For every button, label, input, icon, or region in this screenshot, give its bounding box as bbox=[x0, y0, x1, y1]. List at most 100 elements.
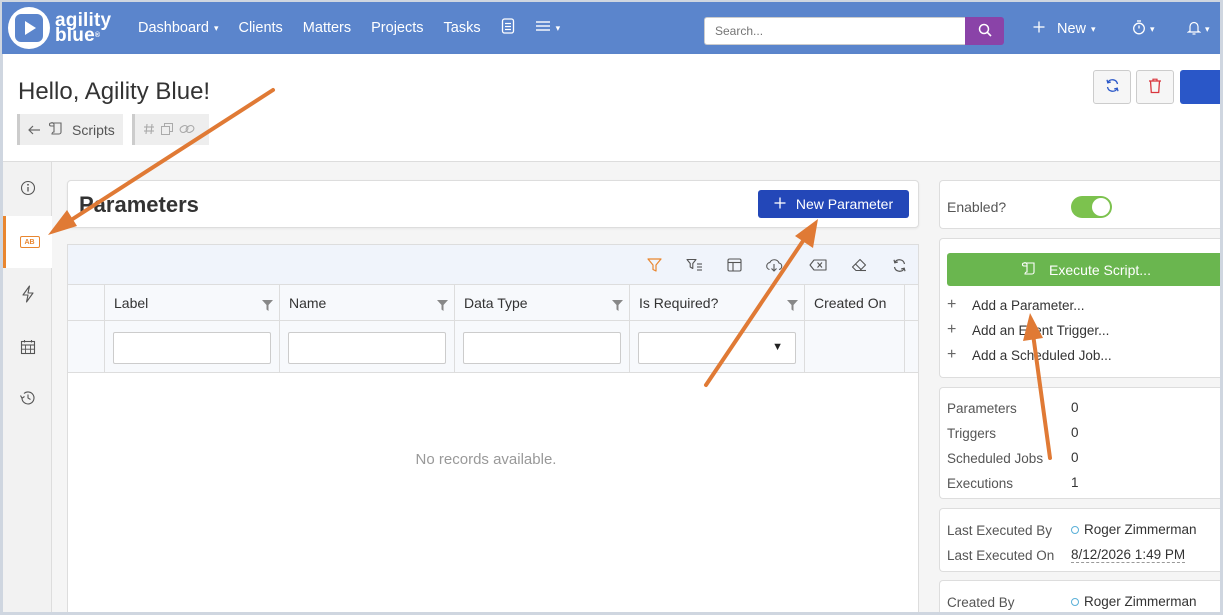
columns-icon[interactable] bbox=[725, 256, 743, 274]
nav-tasks[interactable]: Tasks bbox=[434, 1, 491, 55]
parameters-icon: AB bbox=[19, 236, 40, 248]
stat-value-parameters: 0 bbox=[1071, 400, 1079, 415]
script-icon bbox=[48, 121, 64, 138]
name-filter-input[interactable] bbox=[288, 332, 446, 364]
rail-item-schedule[interactable] bbox=[3, 322, 52, 374]
page-header: Hello, Agility Blue! Scripts bbox=[3, 54, 1220, 162]
stat-label-parameters: Parameters bbox=[947, 401, 1017, 416]
search-button[interactable] bbox=[965, 17, 1004, 45]
window-frame-left bbox=[0, 54, 3, 615]
document-icon bbox=[501, 18, 515, 38]
refresh-icon[interactable] bbox=[890, 256, 908, 274]
breadcrumb-label: Scripts bbox=[72, 121, 115, 138]
logo-mark-icon bbox=[8, 7, 50, 49]
column-filter-icon[interactable] bbox=[787, 298, 798, 314]
history-icon bbox=[19, 390, 36, 409]
column-filter-icon[interactable] bbox=[612, 298, 623, 314]
delete-button[interactable] bbox=[1136, 70, 1174, 104]
new-menu-label: New bbox=[1057, 21, 1087, 37]
parameters-panel-header: Parameters New Parameter bbox=[67, 180, 919, 228]
copy-icon[interactable] bbox=[161, 122, 173, 138]
rail-item-parameters[interactable]: AB bbox=[3, 216, 53, 268]
search-input[interactable] bbox=[704, 17, 966, 45]
actions-card: Execute Script... + Add a Parameter... +… bbox=[939, 238, 1223, 378]
rail-item-triggers[interactable] bbox=[3, 269, 52, 321]
nav-documents[interactable] bbox=[491, 1, 525, 55]
parameters-icon-text: AB bbox=[24, 238, 35, 246]
stat-label-triggers: Triggers bbox=[947, 426, 997, 441]
info-icon bbox=[20, 180, 36, 199]
column-header-name[interactable]: Name bbox=[279, 285, 454, 320]
link-icon[interactable] bbox=[179, 122, 195, 138]
global-search bbox=[704, 17, 1004, 45]
stat-value-triggers: 0 bbox=[1071, 425, 1079, 440]
hash-icon[interactable] bbox=[143, 122, 155, 138]
user-status-icon bbox=[1071, 597, 1079, 606]
add-scheduled-job-link[interactable]: + Add a Scheduled Job... bbox=[947, 346, 1112, 364]
download-icon[interactable] bbox=[765, 256, 783, 274]
filter-cell-is-required: ▼ bbox=[629, 321, 804, 372]
nav-more-menu[interactable]: ▾ bbox=[525, 1, 571, 55]
column-filter-icon[interactable] bbox=[437, 298, 448, 314]
execute-script-button[interactable]: Execute Script... bbox=[947, 253, 1223, 286]
no-records-message: No records available. bbox=[415, 451, 557, 468]
add-parameter-link[interactable]: + Add a Parameter... bbox=[947, 296, 1085, 314]
nav-matters[interactable]: Matters bbox=[293, 1, 361, 55]
rail-item-info[interactable] bbox=[3, 163, 52, 215]
column-header-is-required[interactable]: Is Required? bbox=[629, 285, 804, 320]
is-required-filter-select[interactable]: ▼ bbox=[638, 332, 796, 364]
plus-icon: + bbox=[947, 346, 957, 363]
column-header-select bbox=[68, 285, 104, 320]
label-filter-input[interactable] bbox=[113, 332, 271, 364]
stat-value-scheduled-jobs: 0 bbox=[1071, 450, 1079, 465]
column-header-data-type[interactable]: Data Type bbox=[454, 285, 629, 320]
created-by-label: Created By bbox=[947, 595, 1015, 610]
save-button[interactable] bbox=[1180, 70, 1220, 104]
filter-cell-label bbox=[104, 321, 279, 372]
stopwatch-icon bbox=[1132, 19, 1146, 39]
agility-blue-logo[interactable]: agility blue® bbox=[8, 7, 126, 49]
enabled-toggle[interactable] bbox=[1071, 196, 1112, 218]
grid-header-row: Label Name Data Type Is Required? Create… bbox=[68, 285, 918, 321]
filter-list-icon[interactable] bbox=[685, 256, 703, 274]
created-card: Created By Roger Zimmerman bbox=[939, 580, 1223, 615]
filter-cell-name bbox=[279, 321, 454, 372]
column-created-on-text: Created On bbox=[814, 295, 887, 311]
script-icon bbox=[1021, 261, 1037, 278]
column-filter-icon[interactable] bbox=[262, 298, 273, 314]
eraser-icon[interactable] bbox=[850, 256, 868, 274]
rail-item-history[interactable] bbox=[3, 373, 52, 425]
column-is-required-text: Is Required? bbox=[639, 295, 719, 311]
new-parameter-label: New Parameter bbox=[795, 196, 894, 212]
grid-filter-row: ▼ bbox=[68, 321, 918, 373]
breadcrumb-scripts[interactable]: Scripts bbox=[17, 114, 123, 145]
add-event-trigger-link[interactable]: + Add an Event Trigger... bbox=[947, 321, 1109, 339]
column-header-label[interactable]: Label bbox=[104, 285, 279, 320]
filter-icon[interactable] bbox=[645, 256, 663, 274]
created-by-user[interactable]: Roger Zimmerman bbox=[1071, 594, 1197, 609]
last-executed-on-date[interactable]: 8/12/2026 1:49 PM bbox=[1071, 547, 1186, 563]
logo-line-2: blue bbox=[55, 25, 95, 46]
nav-tasks-label: Tasks bbox=[443, 20, 481, 36]
bell-icon bbox=[1186, 20, 1202, 39]
parameters-grid: Label Name Data Type Is Required? Create… bbox=[67, 244, 919, 615]
refresh-button[interactable] bbox=[1093, 70, 1131, 104]
notifications-button[interactable]: ▾ bbox=[1186, 2, 1210, 56]
nav-dashboard-label: Dashboard bbox=[138, 20, 209, 36]
new-menu-button[interactable]: New ▾ bbox=[1033, 2, 1096, 56]
last-executed-on-label: Last Executed On bbox=[947, 548, 1055, 563]
chevron-down-icon: ▾ bbox=[1205, 23, 1210, 34]
dropdown-arrow-icon: ▼ bbox=[772, 341, 783, 353]
plus-icon: + bbox=[947, 296, 957, 313]
column-header-created-on[interactable]: Created On bbox=[804, 285, 904, 320]
search-icon bbox=[978, 23, 992, 40]
plus-icon bbox=[774, 196, 786, 212]
timer-menu-button[interactable]: ▾ bbox=[1132, 2, 1155, 56]
nav-projects[interactable]: Projects bbox=[361, 1, 433, 55]
nav-dashboard[interactable]: Dashboard ▾ bbox=[128, 1, 228, 55]
nav-clients[interactable]: Clients bbox=[228, 1, 292, 55]
clear-icon[interactable] bbox=[809, 256, 827, 274]
last-executed-by-user[interactable]: Roger Zimmerman bbox=[1071, 522, 1197, 537]
new-parameter-button[interactable]: New Parameter bbox=[758, 190, 909, 218]
data-type-filter-input[interactable] bbox=[463, 332, 621, 364]
